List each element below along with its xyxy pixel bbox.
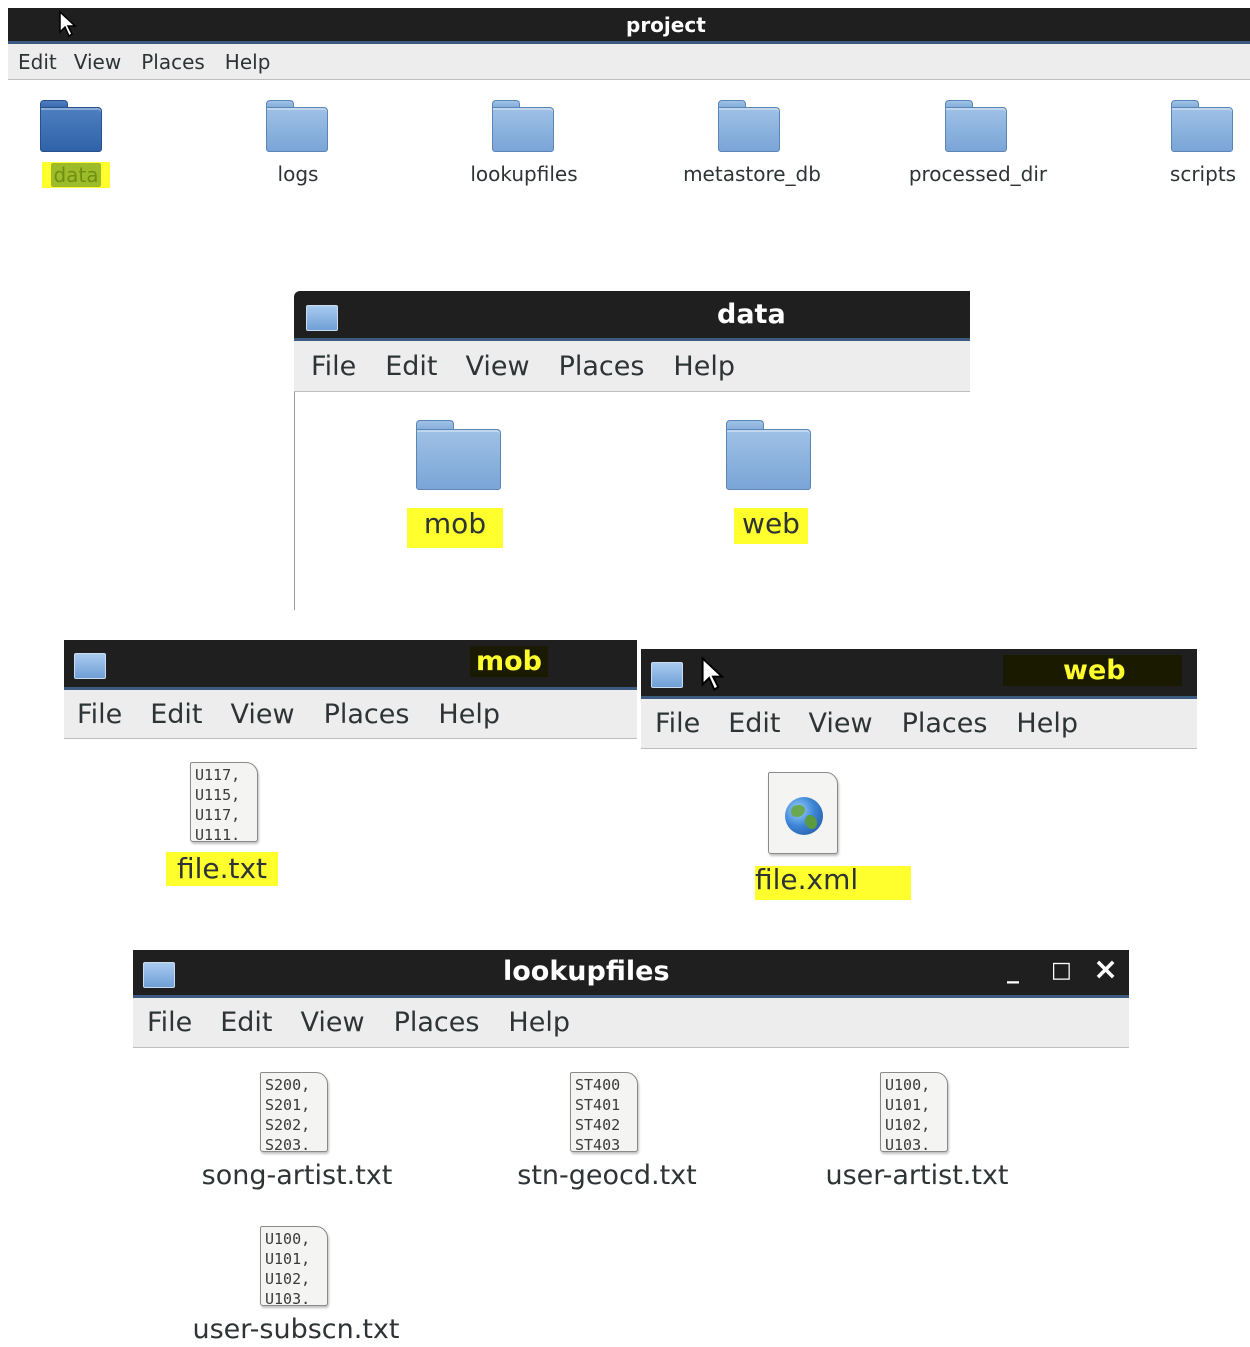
lookupfiles-titlebar[interactable]: lookupfiles _ □ × bbox=[133, 950, 1129, 998]
folder-icon bbox=[651, 662, 683, 688]
menu-places[interactable]: Places bbox=[324, 699, 410, 730]
folder-label-scripts[interactable]: scripts bbox=[1160, 162, 1246, 186]
menu-edit[interactable]: Edit bbox=[18, 50, 57, 74]
folder-icon[interactable] bbox=[266, 100, 328, 152]
web-menubar: File Edit View Places Help bbox=[641, 699, 1197, 749]
folder-icon[interactable] bbox=[726, 420, 811, 490]
menu-edit[interactable]: Edit bbox=[220, 1007, 272, 1038]
menu-view[interactable]: View bbox=[74, 50, 121, 74]
menu-help[interactable]: Help bbox=[508, 1007, 570, 1038]
window-title: web bbox=[1003, 655, 1182, 686]
text-file-icon[interactable]: ST400 ST401 ST402 ST403 bbox=[570, 1072, 638, 1152]
window-border-left bbox=[294, 392, 295, 610]
file-label-file-txt[interactable]: file.txt bbox=[166, 852, 278, 886]
folder-label-logs[interactable]: logs bbox=[248, 162, 348, 186]
text-file-icon[interactable]: S200, S201, S202, S203. bbox=[260, 1072, 328, 1152]
folder-icon bbox=[306, 305, 338, 331]
maximize-button[interactable]: □ bbox=[1051, 958, 1072, 983]
folder-label-metastore-db[interactable]: metastore_db bbox=[672, 162, 832, 186]
data-titlebar[interactable]: data bbox=[294, 291, 970, 341]
menu-view[interactable]: View bbox=[230, 699, 294, 730]
data-menubar: File Edit View Places Help bbox=[294, 341, 970, 392]
file-label-file-xml[interactable]: file.xml bbox=[755, 866, 911, 900]
menu-view[interactable]: View bbox=[300, 1007, 364, 1038]
menu-file[interactable]: File bbox=[77, 699, 122, 730]
mob-titlebar[interactable]: mob bbox=[64, 640, 637, 690]
folder-icon bbox=[74, 653, 106, 679]
menu-file[interactable]: File bbox=[655, 708, 700, 739]
text-file-icon[interactable]: U100, U101, U102, U103. bbox=[880, 1072, 948, 1152]
folder-label-web[interactable]: web bbox=[734, 508, 808, 544]
project-titlebar[interactable]: project bbox=[8, 8, 1250, 44]
globe-icon bbox=[785, 797, 823, 835]
menu-help[interactable]: Help bbox=[1016, 708, 1078, 739]
folder-icon[interactable] bbox=[416, 420, 501, 490]
menu-help[interactable]: Help bbox=[225, 50, 271, 74]
menu-view[interactable]: View bbox=[808, 708, 872, 739]
file-label-user-subscn[interactable]: user-subscn.txt bbox=[186, 1314, 406, 1345]
menu-edit[interactable]: Edit bbox=[728, 708, 780, 739]
window-title: lookupfiles bbox=[503, 956, 670, 987]
menu-help[interactable]: Help bbox=[673, 351, 735, 382]
folder-icon[interactable] bbox=[492, 100, 554, 152]
folder-icon[interactable] bbox=[40, 100, 102, 152]
mouse-cursor-icon bbox=[59, 10, 77, 38]
text-file-icon[interactable]: U117, U115, U117, U111. bbox=[190, 762, 258, 842]
menu-edit[interactable]: Edit bbox=[150, 699, 202, 730]
menu-places[interactable]: Places bbox=[394, 1007, 480, 1038]
project-menubar: Edit View Places Help bbox=[8, 44, 1250, 80]
menu-help[interactable]: Help bbox=[438, 699, 500, 730]
window-title: project bbox=[626, 13, 706, 37]
window-title: data bbox=[717, 299, 786, 330]
file-label-user-artist[interactable]: user-artist.txt bbox=[812, 1160, 1022, 1191]
file-label-song-artist[interactable]: song-artist.txt bbox=[192, 1160, 402, 1191]
close-button[interactable]: × bbox=[1093, 952, 1118, 987]
folder-icon[interactable] bbox=[718, 100, 780, 152]
mouse-cursor-icon bbox=[701, 656, 725, 692]
window-title: mob bbox=[470, 646, 549, 677]
folder-label-lookupfiles[interactable]: lookupfiles bbox=[458, 162, 590, 186]
mob-menubar: File Edit View Places Help bbox=[64, 690, 637, 739]
folder-icon[interactable] bbox=[945, 100, 1007, 152]
menu-view[interactable]: View bbox=[465, 351, 529, 382]
menu-places[interactable]: Places bbox=[141, 50, 205, 74]
folder-label-data[interactable]: data bbox=[42, 162, 110, 188]
text-file-icon[interactable]: U100, U101, U102, U103. bbox=[260, 1226, 328, 1306]
menu-file[interactable]: File bbox=[311, 351, 356, 382]
folder-label-processed-dir[interactable]: processed_dir bbox=[896, 162, 1060, 186]
file-label-stn-geocd[interactable]: stn-geocd.txt bbox=[506, 1160, 708, 1191]
minimize-button[interactable]: _ bbox=[1007, 956, 1019, 984]
lookupfiles-menubar: File Edit View Places Help bbox=[133, 998, 1129, 1048]
xml-file-icon[interactable] bbox=[768, 772, 838, 854]
folder-label-mob[interactable]: mob bbox=[407, 508, 503, 548]
folder-icon bbox=[143, 962, 175, 988]
menu-file[interactable]: File bbox=[147, 1007, 192, 1038]
folder-icon[interactable] bbox=[1171, 100, 1233, 152]
menu-places[interactable]: Places bbox=[902, 708, 988, 739]
menu-edit[interactable]: Edit bbox=[385, 351, 437, 382]
menu-places[interactable]: Places bbox=[559, 351, 645, 382]
